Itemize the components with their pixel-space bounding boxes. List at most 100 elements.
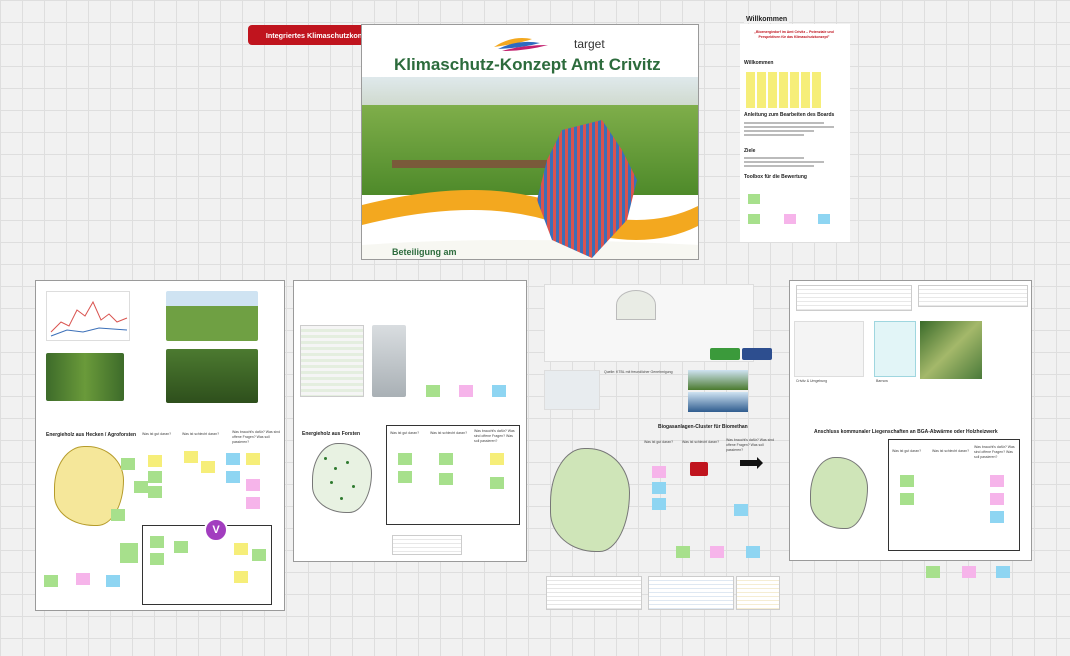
biogas-table-3 bbox=[736, 576, 780, 610]
place-barnow: Barnow bbox=[876, 379, 888, 383]
sticky-note[interactable] bbox=[990, 475, 1004, 487]
photo-agroforest bbox=[46, 353, 124, 401]
sticky-note[interactable] bbox=[439, 453, 453, 465]
panel-biogas-title: Biogasanlagen-Cluster für Biomethan bbox=[658, 424, 748, 430]
sticky-note[interactable] bbox=[150, 536, 164, 548]
user-avatar[interactable]: V bbox=[204, 518, 228, 542]
sticky-note[interactable] bbox=[150, 553, 164, 565]
sticky-note[interactable] bbox=[492, 385, 506, 397]
panel-forsten-q1: Was ist gut daran? bbox=[390, 431, 420, 435]
target-logo-icon bbox=[494, 38, 548, 51]
panel-forsten[interactable]: Energieholz aus Forsten Was ist gut dara… bbox=[293, 280, 527, 562]
sticky-note[interactable] bbox=[252, 549, 266, 561]
panel-biogas[interactable]: Quelle: KTBL mit freundlicher Genehmigun… bbox=[540, 284, 780, 610]
panel-abwaerme-q3: Was braucht's dafür? Was sind offene Fra… bbox=[974, 445, 1015, 459]
photo-tractor bbox=[166, 349, 258, 403]
panel-biogas-q2: Was ist schlecht daran? bbox=[682, 440, 720, 444]
sticky-note[interactable] bbox=[246, 497, 260, 509]
sticky-note[interactable] bbox=[490, 453, 504, 465]
sticky-note[interactable] bbox=[174, 541, 188, 553]
crivitz-plan bbox=[794, 321, 864, 377]
biogas-dome-icon bbox=[616, 290, 656, 320]
biogas-table-1 bbox=[546, 576, 642, 610]
toolbox-blue-sticky[interactable] bbox=[818, 214, 830, 224]
cover-subtitle: Beteiligung am bbox=[392, 247, 457, 257]
legend-sticky-blue[interactable] bbox=[996, 566, 1010, 578]
sticky-note[interactable] bbox=[652, 466, 666, 478]
sticky-note[interactable] bbox=[148, 471, 162, 483]
sticky-note[interactable] bbox=[246, 453, 260, 465]
sticky-note[interactable] bbox=[439, 473, 453, 485]
sticky-note[interactable] bbox=[148, 486, 162, 498]
instructions-text bbox=[744, 120, 840, 138]
sticky-note[interactable] bbox=[900, 475, 914, 487]
panel-abwaerme-q1: Was ist gut daran? bbox=[892, 449, 922, 453]
sticky-note[interactable] bbox=[120, 543, 138, 563]
region-map bbox=[810, 457, 868, 529]
sticky-note[interactable] bbox=[148, 455, 162, 467]
place-crivitz: Crivitz & Umgebung bbox=[796, 379, 828, 383]
tractor-photo bbox=[690, 462, 708, 476]
biogas-logo-2 bbox=[742, 348, 772, 360]
sticky-note[interactable] bbox=[652, 482, 666, 494]
region-map bbox=[550, 448, 630, 552]
sticky-note[interactable] bbox=[652, 498, 666, 510]
goals-heading: Ziele bbox=[744, 148, 756, 154]
panel-forsten-q3: Was braucht's dafür? Was sind offene Fra… bbox=[474, 429, 515, 443]
sticky-note[interactable] bbox=[398, 453, 412, 465]
boiler-photo bbox=[372, 325, 406, 397]
legend-sticky-pink[interactable] bbox=[76, 573, 90, 585]
sticky-note[interactable] bbox=[226, 471, 240, 483]
panel-abwaerme-title: Anschluss kommunaler Liegenschaften an B… bbox=[814, 429, 998, 435]
cover-frame[interactable]: target Klimaschutz-Konzept Amt Crivitz 2… bbox=[361, 24, 699, 260]
welcome-intro: „Bioenergiedorf im Amt Crivitz – Potenzi… bbox=[754, 30, 834, 39]
panel-hecken-title: Energieholz aus Hecken / Agroforsten bbox=[46, 432, 137, 438]
region-map-stripes bbox=[537, 120, 637, 258]
goals-text bbox=[744, 155, 840, 169]
legend-sticky-pink[interactable] bbox=[962, 566, 976, 578]
biogas-logo-1 bbox=[710, 348, 740, 360]
arrow-right-icon bbox=[740, 457, 763, 469]
sticky-note[interactable] bbox=[121, 458, 135, 470]
abwaerme-table-1 bbox=[796, 285, 912, 311]
sticky-note[interactable] bbox=[426, 385, 440, 397]
chart-thumbnail bbox=[46, 291, 130, 341]
legend-sticky-green[interactable] bbox=[926, 566, 940, 578]
sticky-note[interactable] bbox=[111, 509, 125, 521]
sticky-note[interactable] bbox=[710, 546, 724, 558]
welcome-heading: Willkommen bbox=[744, 16, 790, 23]
sticky-note[interactable] bbox=[459, 385, 473, 397]
toolbox-green-sticky[interactable] bbox=[748, 194, 760, 204]
sticky-note[interactable] bbox=[490, 477, 504, 489]
sticky-note[interactable] bbox=[900, 493, 914, 505]
panel-abwaerme-q2: Was ist schlecht daran? bbox=[932, 449, 970, 453]
sticky-note[interactable] bbox=[246, 479, 260, 491]
toolbox-heading: Toolbox für die Bewertung bbox=[744, 174, 807, 180]
panel-hecken-q3: Was braucht's dafür? Was sind offene Fra… bbox=[232, 430, 281, 444]
sticky-note[interactable] bbox=[201, 461, 215, 473]
toolbox-pink-sticky[interactable] bbox=[784, 214, 796, 224]
sticky-note[interactable] bbox=[398, 471, 412, 483]
sticky-note[interactable] bbox=[734, 504, 748, 516]
legend-sticky-green[interactable] bbox=[44, 575, 58, 587]
brand-name: target bbox=[574, 37, 605, 51]
sticky-note[interactable] bbox=[226, 453, 240, 465]
sticky-note[interactable] bbox=[134, 481, 148, 493]
sticky-note[interactable] bbox=[234, 543, 248, 555]
biogas-photo-1 bbox=[688, 370, 748, 390]
sticky-note[interactable] bbox=[234, 571, 248, 583]
sticky-note[interactable] bbox=[184, 451, 198, 463]
panel-hecken[interactable]: Energieholz aus Hecken / Agroforsten Was… bbox=[35, 280, 285, 611]
sticky-note[interactable] bbox=[676, 546, 690, 558]
toolbox-green-sticky-2[interactable] bbox=[748, 214, 760, 224]
sticky-note[interactable] bbox=[990, 511, 1004, 523]
sticky-note[interactable] bbox=[746, 546, 760, 558]
panel-abwaerme[interactable]: Crivitz & Umgebung Barnow Anschluss komm… bbox=[789, 280, 1032, 561]
sticky-note[interactable] bbox=[990, 493, 1004, 505]
biogas-source-photo bbox=[544, 370, 600, 410]
region-map bbox=[312, 443, 372, 513]
welcome-yellow-stickies bbox=[746, 72, 821, 108]
welcome-panel[interactable]: Willkommen „Bioenergiedorf im Amt Crivit… bbox=[740, 16, 850, 242]
barnow-plan bbox=[874, 321, 916, 377]
legend-sticky-blue[interactable] bbox=[106, 575, 120, 587]
